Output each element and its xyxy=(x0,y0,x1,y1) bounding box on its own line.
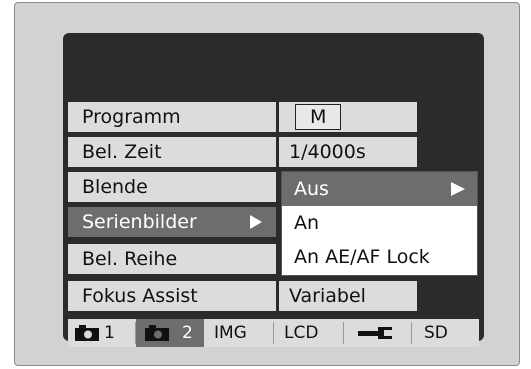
menu-item-blende[interactable]: Blende xyxy=(68,172,276,202)
menu-item-bel-reihe[interactable]: Bel. Reihe xyxy=(68,244,276,274)
menu-item-label: Bel. Reihe xyxy=(82,248,178,270)
shutter-value: 1/4000s xyxy=(289,141,366,163)
tab-camera-1[interactable]: 1 xyxy=(68,319,134,347)
camera-icon xyxy=(75,325,99,341)
tab-number: 2 xyxy=(182,323,193,343)
tab-label: SD xyxy=(424,323,448,343)
mode-value: M xyxy=(295,104,342,130)
menu-tab-bar: 1 2 IMG LCD SD xyxy=(68,319,479,347)
menu-item-bel-zeit[interactable]: Bel. Zeit xyxy=(68,137,276,167)
tab-label: IMG xyxy=(214,323,247,343)
menu-item-label: Serienbilder xyxy=(82,211,197,233)
submenu-arrow-icon xyxy=(451,182,465,196)
menu-value-fokus-assist[interactable]: Variabel xyxy=(279,281,417,311)
focus-assist-value: Variabel xyxy=(289,285,366,307)
submenu-arrow-icon xyxy=(250,215,262,229)
tab-setup[interactable] xyxy=(344,319,410,347)
tab-lcd[interactable]: LCD xyxy=(274,319,342,347)
submenu-option-label: Aus xyxy=(294,178,329,200)
menu-item-programm[interactable]: Programm xyxy=(68,102,276,132)
tab-number: 1 xyxy=(104,323,115,343)
submenu-option-aus[interactable]: Aus xyxy=(282,172,477,206)
menu-item-fokus-assist[interactable]: Fokus Assist xyxy=(68,281,276,311)
tab-label: LCD xyxy=(284,323,319,343)
menu-item-label: Programm xyxy=(82,106,181,128)
submenu-option-label: An xyxy=(294,212,320,234)
menu-item-label: Blende xyxy=(82,176,148,198)
wrench-icon xyxy=(358,327,392,339)
submenu-option-an-ae-af-lock[interactable]: An AE/AF Lock xyxy=(282,240,477,274)
submenu-option-label: An AE/AF Lock xyxy=(294,246,430,268)
camera-icon xyxy=(145,325,169,341)
tab-sd[interactable]: SD xyxy=(412,319,478,347)
tab-img[interactable]: IMG xyxy=(208,319,272,347)
menu-item-label: Fokus Assist xyxy=(82,285,198,307)
tab-camera-2[interactable]: 2 xyxy=(136,319,204,347)
menu-item-serienbilder[interactable]: Serienbilder xyxy=(68,207,276,237)
menu-item-label: Bel. Zeit xyxy=(82,141,162,163)
menu-value-programm[interactable]: M xyxy=(279,102,417,132)
submenu-option-an[interactable]: An xyxy=(282,206,477,240)
serienbilder-submenu: Aus An An AE/AF Lock xyxy=(281,171,478,276)
menu-value-bel-zeit[interactable]: 1/4000s xyxy=(279,137,417,167)
